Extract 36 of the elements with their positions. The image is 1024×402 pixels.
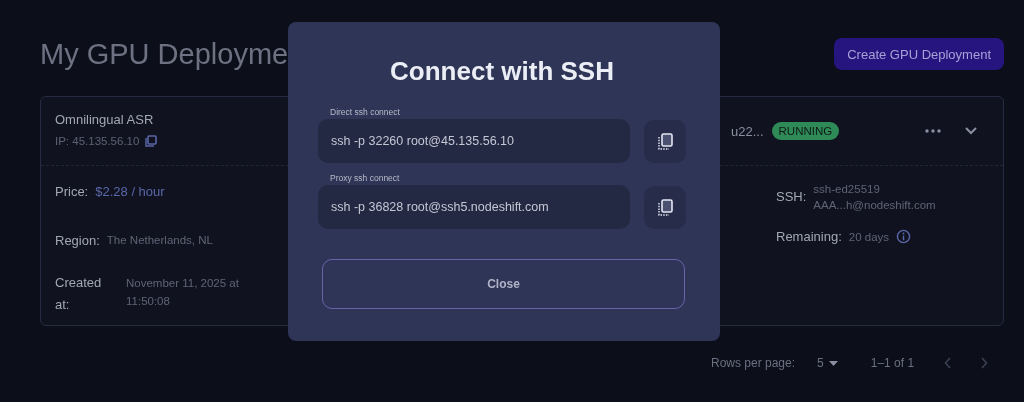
copy-icon[interactable] (145, 135, 158, 147)
copy-icon (657, 198, 673, 217)
image-name: u22... (731, 123, 764, 139)
status-badge: RUNNING (771, 122, 840, 140)
page-range: 1–1 of 1 (870, 356, 915, 370)
field-value: ssh -p 32260 root@45.135.56.10 (331, 134, 514, 148)
detail-label: Price: (55, 184, 89, 199)
copy-icon (657, 132, 673, 151)
close-button[interactable]: Close (322, 259, 685, 309)
copy-button[interactable] (644, 186, 686, 229)
field-label: Direct ssh connect (330, 107, 401, 117)
detail-value: $2.28 / hour (95, 184, 165, 199)
detail-label: SSH: (776, 189, 807, 204)
field-label: Proxy ssh connect (330, 173, 401, 183)
detail-value: November 11, 2025 at 11:50:08 (126, 276, 240, 309)
rows-per-page-label: Rows per page: (711, 356, 796, 370)
more-icon[interactable] (925, 129, 941, 133)
detail-label: Created at: (55, 274, 103, 314)
caret-down-icon (828, 360, 838, 366)
ssh-command-field[interactable]: ssh -p 32260 root@45.135.56.10 (318, 119, 630, 163)
ip-address: IP: 45.135.56.10 (55, 135, 140, 147)
deployment-name: Omnilingual ASR (55, 112, 155, 127)
info-icon[interactable] (896, 229, 912, 244)
ssh-command-field[interactable]: ssh -p 36828 root@ssh5.nodeshift.com (318, 185, 630, 229)
page-title: My GPU Deployme (40, 37, 289, 71)
rows-per-page-select[interactable]: 5 (817, 356, 838, 370)
copy-button[interactable] (644, 120, 686, 163)
detail-label: Region: (55, 233, 100, 248)
detail-value: The Netherlands, NL (106, 234, 213, 248)
field-value: ssh -p 36828 root@ssh5.nodeshift.com (331, 200, 549, 214)
create-deployment-button[interactable]: Create GPU Deployment (834, 38, 1004, 70)
dialog-title: Connect with SSH (389, 56, 615, 87)
detail-value: ssh-ed25519 AAA...h@nodeshift.com (813, 182, 937, 213)
detail-value: 20 days (848, 230, 890, 245)
detail-label: Remaining: (776, 229, 842, 244)
chevron-down-icon[interactable] (965, 127, 977, 135)
